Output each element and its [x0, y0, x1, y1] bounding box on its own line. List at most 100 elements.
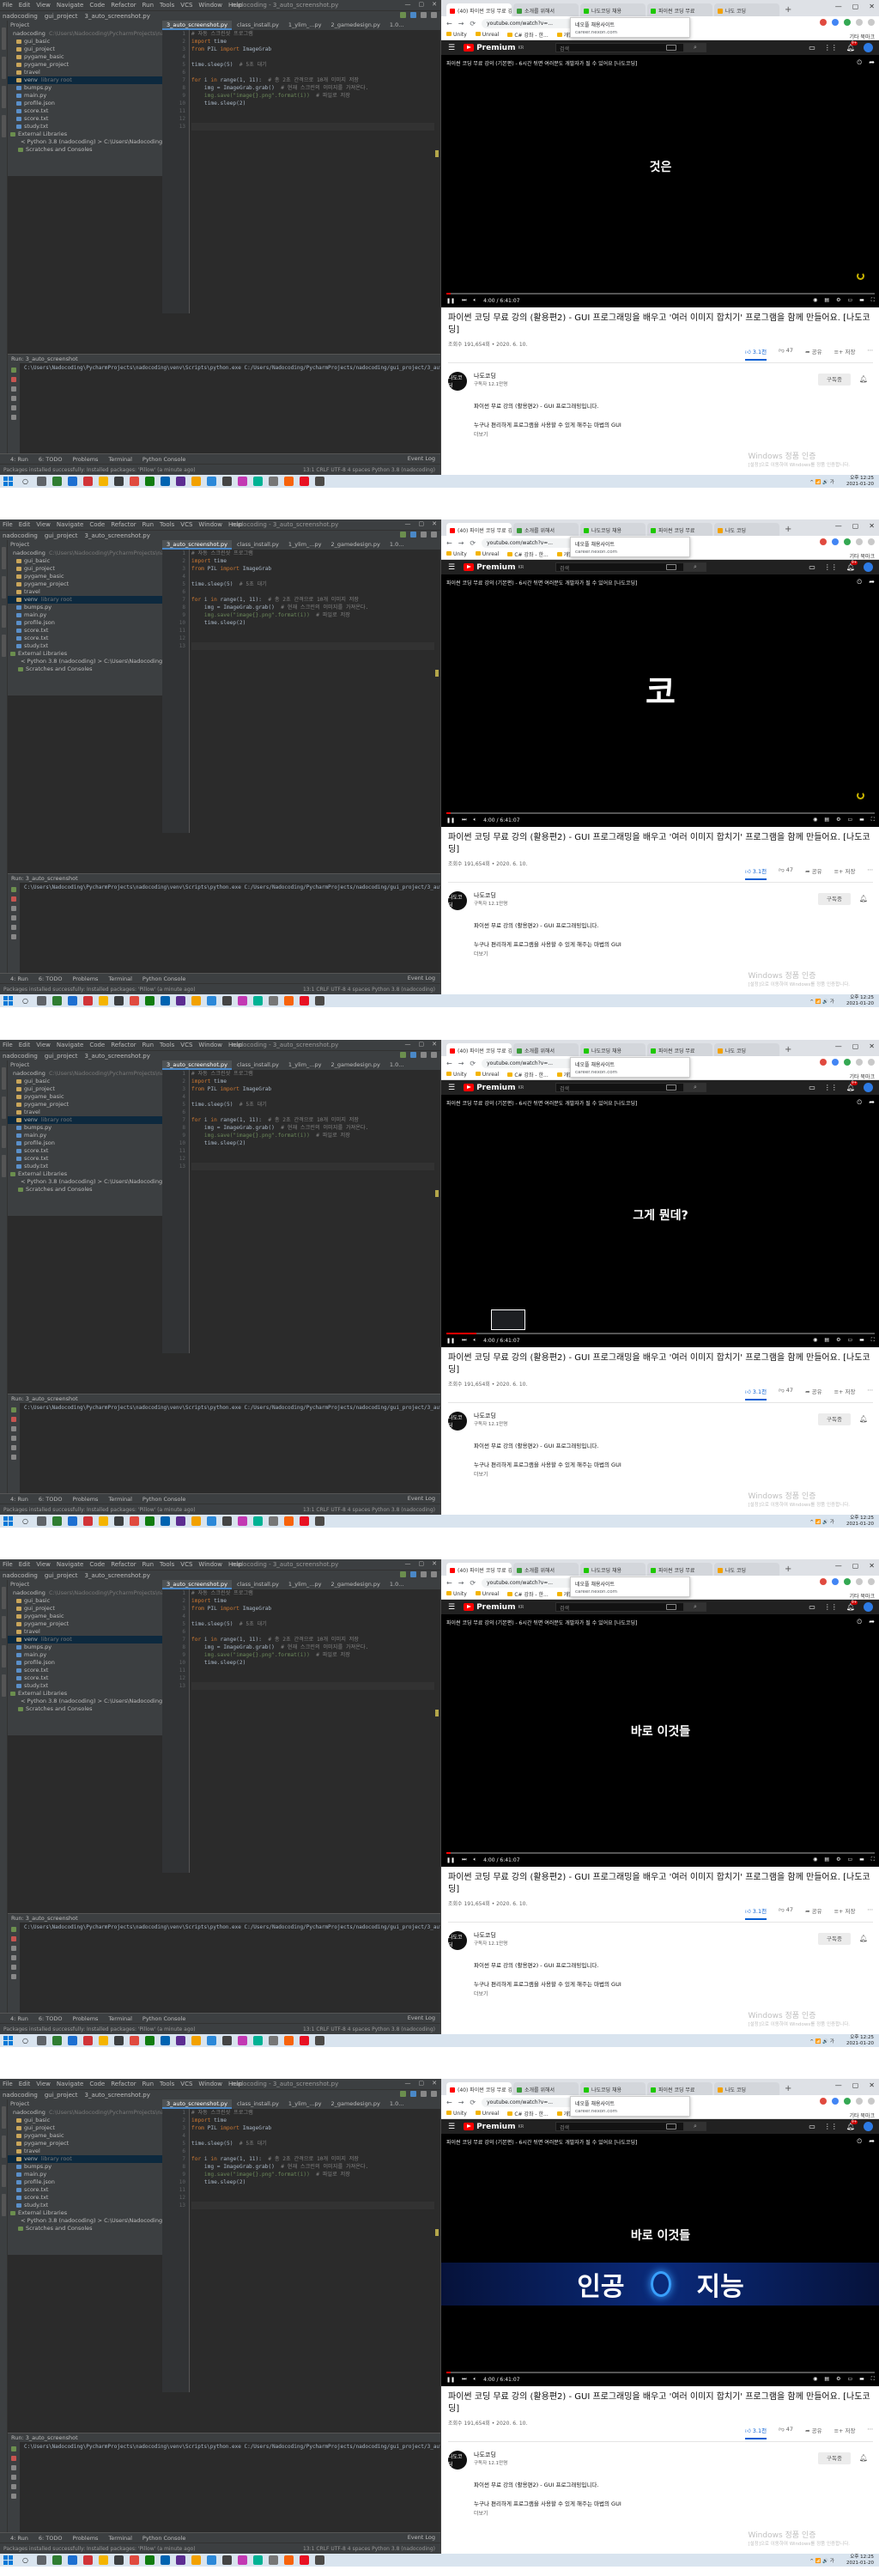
browser-tab[interactable]: 나도코딩 채용 [580, 1563, 646, 1576]
taskbar-app-icon[interactable] [67, 996, 77, 1005]
new-tab-button[interactable]: + [785, 1563, 791, 1576]
menu-window[interactable]: Window [198, 2081, 222, 2087]
taskbar-app-icon[interactable] [36, 1516, 46, 1526]
browser-tab[interactable]: 소개를 위해서 [513, 3, 579, 16]
browser-tab[interactable]: (40) 파이썬 코딩 무료 강의 [446, 3, 512, 16]
dislike-button[interactable]: 👎︎ 47 [779, 2426, 793, 2439]
tree-item[interactable]: External Libraries [8, 131, 162, 138]
fullscreen-icon[interactable]: ⛶ [871, 1337, 875, 1344]
like-button[interactable]: 👍︎ 3.1천 [744, 866, 767, 880]
reload-icon[interactable]: ⟳ [470, 2099, 476, 2106]
menu-tools[interactable]: Tools [160, 2, 174, 9]
taskbar-app-icon[interactable] [252, 477, 263, 486]
taskbar-app-icon[interactable] [36, 477, 46, 486]
other-bookmarks[interactable]: 기타 북마크 [849, 2111, 875, 2118]
tree-item[interactable]: External Libraries [8, 1170, 162, 1178]
tree-item[interactable]: bumps.py [8, 1643, 162, 1651]
tree-item[interactable]: < Python 3.8 (nadocoding) > C:\Users\Nad… [8, 658, 162, 665]
keyboard-icon[interactable] [666, 1604, 676, 1610]
breadcrumb-file[interactable]: 3_auto_screenshot.py [84, 2092, 149, 2099]
bottom-tab[interactable]: 6: TODO [39, 1496, 63, 1503]
reload-icon[interactable]: ⟳ [470, 20, 476, 27]
new-tab-button[interactable]: + [785, 1043, 791, 1056]
ide-menu[interactable]: File Edit View Navigate Code Refactor Run Tools… [3, 1561, 248, 1568]
tree-item[interactable]: nadocoding C:\Users\Nadocoding\PycharmPro… [8, 2109, 162, 2117]
bottom-tab[interactable]: 6: TODO [39, 2535, 63, 2542]
theater-icon[interactable]: ▬ [859, 1856, 864, 1863]
like-button[interactable]: 👍︎ 3.1천 [744, 1906, 767, 1920]
apps-grid-icon[interactable]: ⋮⋮ [824, 1084, 838, 1091]
menu-code[interactable]: Code [89, 521, 105, 528]
channel-avatar[interactable]: 나도코딩 [448, 891, 467, 910]
tree-item[interactable]: bumps.py [8, 604, 162, 611]
editor-scrollbar[interactable] [434, 2109, 440, 2392]
breadcrumb-folder[interactable]: gui_project [45, 1572, 78, 1579]
bottom-tab[interactable]: Terminal [108, 2015, 131, 2022]
bookmark-item[interactable]: Unreal [475, 32, 499, 38]
menu-code[interactable]: Code [89, 2081, 105, 2087]
run-tab[interactable]: 3_auto_screenshot [26, 355, 78, 362]
like-button[interactable]: 👍︎ 3.1천 [744, 2426, 767, 2439]
project-panel-header[interactable]: Project [8, 1580, 162, 1589]
taskbar-search-icon[interactable]: ○ [22, 997, 28, 1005]
editor-tab[interactable]: 1.0... [385, 1580, 409, 1589]
hamburger-menu-icon[interactable]: ☰ [448, 1603, 455, 1612]
browser-tab[interactable]: (40) 파이썬 코딩 무료 강의 [446, 1563, 512, 1576]
run-console[interactable]: C:\Users\Nadocoding\PycharmProjects\nado… [21, 2442, 440, 2532]
taskbar-app-icon[interactable] [299, 2036, 309, 2045]
system-tray-icons[interactable]: ^ 📶 🔊 가 [809, 2557, 834, 2564]
volume-icon[interactable]: 🔈︎ [473, 2376, 476, 2383]
tree-item[interactable]: score.txt [8, 627, 162, 635]
tree-item[interactable]: score.txt [8, 635, 162, 642]
notifications-bell-icon[interactable]: 🔔︎ 9+ [846, 41, 858, 52]
taskbar-apps[interactable] [36, 2555, 324, 2565]
tree-item[interactable]: pygame_project [8, 2140, 162, 2148]
tree-item[interactable]: pygame_project [8, 580, 162, 588]
clock[interactable]: 오후 12:25 2021-01-20 [846, 476, 874, 487]
tree-item[interactable]: study.txt [8, 642, 162, 650]
taskbar-app-icon[interactable] [67, 2555, 77, 2565]
tree-item[interactable]: main.py [8, 92, 162, 100]
create-video-icon[interactable]: ▭ [809, 2123, 815, 2130]
taskbar-app-icon[interactable] [268, 477, 278, 486]
tree-item[interactable]: travel [8, 1109, 162, 1116]
taskbar-app-icon[interactable] [252, 2555, 263, 2565]
code-editor[interactable]: # 자동 스크린샷 프로그램 import time from PIL impo… [191, 2109, 436, 2392]
run-toolbar[interactable] [8, 1403, 20, 1493]
taskbar-app-icon[interactable] [268, 2555, 278, 2565]
apps-grid-icon[interactable]: ⋮⋮ [824, 563, 838, 571]
settings-gear-icon[interactable]: ⚙ [836, 1856, 840, 1863]
taskbar-app-icon[interactable] [237, 477, 247, 486]
tree-item[interactable]: bumps.py [8, 1124, 162, 1132]
editor-tab[interactable]: 1_ylim_...py [283, 1580, 326, 1589]
taskbar-app-icon[interactable] [36, 2555, 46, 2565]
menu-file[interactable]: File [3, 2081, 13, 2087]
video-player[interactable]: 파이썬 코딩 무료 강의 (기본편) - 6시간 뒤면 여러분도 개발자가 될 … [441, 55, 879, 307]
other-bookmarks[interactable]: 기타 북마크 [849, 1592, 875, 1599]
taskbar-app-icon[interactable] [221, 1516, 232, 1526]
save-button[interactable]: ≡+ 저장 [834, 347, 856, 361]
editor-tab[interactable]: class_install.py [232, 2099, 283, 2109]
youtube-search-input[interactable]: 검색 [555, 1083, 684, 1092]
taskbar-app-icon[interactable] [98, 2555, 108, 2565]
menu-vcs[interactable]: VCS [180, 521, 192, 528]
tree-item[interactable]: < Python 3.8 (nadocoding) > C:\Users\Nad… [8, 1698, 162, 1705]
show-more-link[interactable]: 더보기 [474, 430, 488, 438]
taskbar-app-icon[interactable] [175, 2555, 185, 2565]
youtube-logo[interactable]: Premium KR [464, 1603, 524, 1612]
tree-item[interactable]: gui_basic [8, 1597, 162, 1605]
menu-file[interactable]: File [3, 1561, 13, 1568]
tree-item[interactable]: profile.json [8, 1139, 162, 1147]
editor-tab[interactable]: 1_ylim_...py [283, 1060, 326, 1070]
channel-avatar[interactable]: 나도코딩 [448, 2451, 467, 2470]
fullscreen-icon[interactable]: ⛶ [871, 1856, 875, 1863]
tree-item[interactable]: venv library root [8, 1636, 162, 1643]
taskbar-app-icon[interactable] [175, 1516, 185, 1526]
tree-item[interactable]: gui_project [8, 1085, 162, 1093]
taskbar-app-icon[interactable] [113, 1516, 124, 1526]
bottom-tab[interactable]: Problems [72, 2535, 98, 2542]
taskbar-app-icon[interactable] [129, 477, 139, 486]
channel-name[interactable]: 나도코딩 [474, 891, 496, 900]
tree-item[interactable]: venv library root [8, 596, 162, 604]
taskbar-app-icon[interactable] [144, 477, 155, 486]
